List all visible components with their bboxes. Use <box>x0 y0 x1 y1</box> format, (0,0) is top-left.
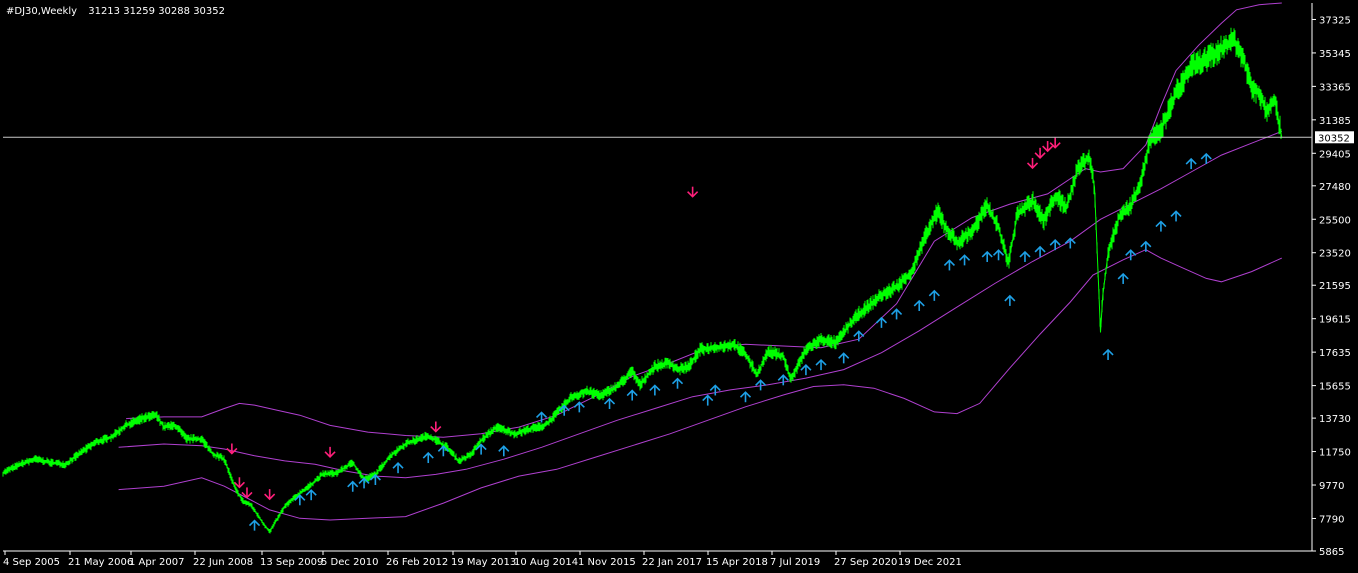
y-tick-label: 5865 <box>1319 547 1344 558</box>
x-tick-label: 13 Sep 2009 <box>260 557 323 568</box>
y-tick-label: 27480 <box>1319 182 1351 193</box>
price-chart[interactable]: #DJ30,Weekly 31213 31259 30288 30352 373… <box>0 0 1358 573</box>
x-tick-label: 5 Dec 2010 <box>321 557 379 568</box>
current-price-label: 30352 <box>1318 133 1350 144</box>
x-tick-label: 1 Apr 2007 <box>129 557 184 568</box>
y-tick-label: 9770 <box>1319 481 1344 492</box>
chart-container[interactable]: #DJ30,Weekly 31213 31259 30288 30352 373… <box>0 0 1358 573</box>
ohlc-values: 31213 31259 30288 30352 <box>88 6 225 17</box>
x-tick-label: 15 Apr 2018 <box>706 557 768 568</box>
y-tick-label: 31385 <box>1319 116 1351 127</box>
symbol-label: #DJ30,Weekly <box>6 6 77 17</box>
y-tick-label: 33365 <box>1319 82 1351 93</box>
y-tick-label: 15655 <box>1319 382 1351 393</box>
chart-header: #DJ30,Weekly 31213 31259 30288 30352 <box>6 6 225 17</box>
x-tick-label: 26 Feb 2012 <box>386 557 448 568</box>
x-tick-label: 22 Jun 2008 <box>193 557 253 568</box>
x-tick-label: 21 May 2006 <box>68 557 133 568</box>
x-tick-label: 19 May 2013 <box>451 557 516 568</box>
x-tick-label: 4 Sep 2005 <box>3 557 60 568</box>
x-tick-label: 22 Jan 2017 <box>642 557 702 568</box>
y-tick-label: 37325 <box>1319 15 1351 26</box>
x-tick-label: 1 Nov 2015 <box>578 557 636 568</box>
y-tick-label: 23520 <box>1319 249 1351 260</box>
y-tick-label: 17635 <box>1319 348 1351 359</box>
y-tick-label: 11750 <box>1319 448 1351 459</box>
y-tick-label: 29405 <box>1319 149 1351 160</box>
x-tick-label: 7 Jul 2019 <box>770 557 820 568</box>
x-tick-label: 19 Dec 2021 <box>898 557 962 568</box>
chart-background <box>0 0 1358 573</box>
x-tick-label: 10 Aug 2014 <box>514 557 578 568</box>
y-tick-label: 13730 <box>1319 414 1351 425</box>
y-tick-label: 19615 <box>1319 315 1351 326</box>
y-tick-label: 25500 <box>1319 215 1351 226</box>
x-tick-label: 27 Sep 2020 <box>834 557 897 568</box>
y-tick-label: 35345 <box>1319 49 1351 60</box>
y-tick-label: 7790 <box>1319 514 1344 525</box>
y-tick-label: 21595 <box>1319 281 1351 292</box>
